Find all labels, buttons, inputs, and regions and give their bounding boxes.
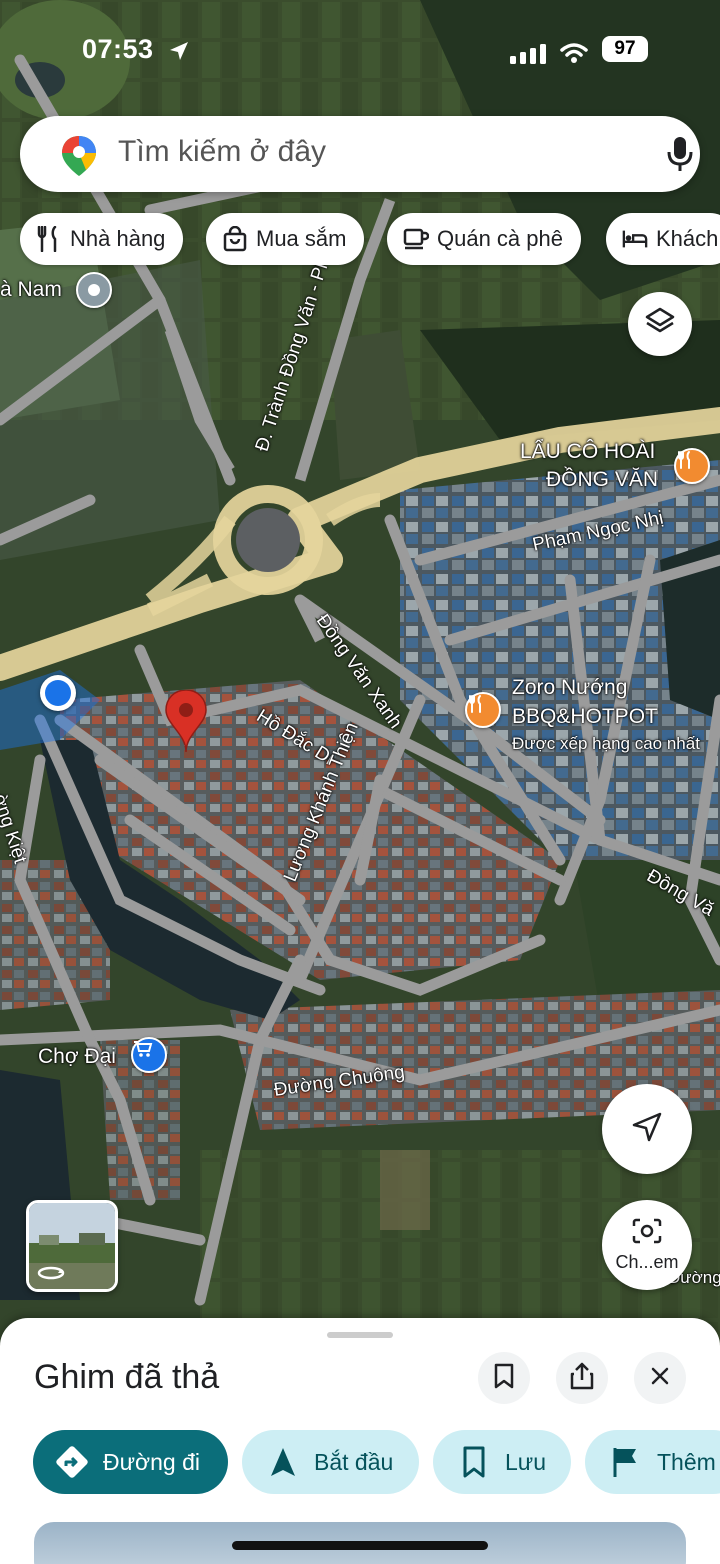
wifi-icon	[560, 42, 588, 69]
poi-label-zoro-line2[interactable]: BBQ&HOTPOT	[512, 705, 658, 729]
home-indicator[interactable]	[232, 1541, 488, 1550]
shopping-bag-icon	[222, 226, 248, 252]
bookmark-icon	[494, 1363, 514, 1394]
dropped-pin[interactable]	[164, 690, 208, 752]
flag-icon	[609, 1445, 643, 1479]
battery-indicator: 97	[602, 36, 648, 62]
more-label: Thêm	[657, 1448, 716, 1475]
sheet-drag-handle[interactable]	[327, 1332, 393, 1338]
save-label: Lưu	[505, 1448, 546, 1475]
layers-button[interactable]	[628, 292, 692, 356]
layers-icon	[644, 306, 676, 343]
chip-label: Khách	[656, 226, 719, 251]
save-icon-button[interactable]	[478, 1352, 530, 1404]
save-button[interactable]: Lưu	[433, 1430, 571, 1494]
start-label: Bắt đầu	[314, 1448, 394, 1475]
poi-label-lau-co-hoai[interactable]: LẨU CÔ HOÀI	[520, 440, 655, 464]
close-button[interactable]	[634, 1352, 686, 1404]
directions-label: Đường đi	[103, 1448, 200, 1475]
lens-button[interactable]: Ch...em	[602, 1200, 692, 1290]
status-time: 07:53	[82, 34, 154, 64]
search-bar[interactable]: Tìm kiếm ở đây	[20, 116, 700, 192]
place-marker-icon[interactable]	[76, 272, 112, 308]
more-button[interactable]: Thêm	[585, 1430, 720, 1494]
search-input[interactable]: Tìm kiếm ở đây	[118, 135, 326, 169]
google-maps-pin-icon	[62, 136, 96, 181]
map-label-ha-nam[interactable]: à Nam	[0, 278, 62, 302]
start-button[interactable]: Bắt đầu	[242, 1430, 419, 1494]
restaurant-poi-icon[interactable]	[674, 448, 710, 484]
close-icon	[650, 1366, 670, 1391]
directions-icon	[55, 1445, 89, 1479]
chip-shopping[interactable]: Mua sắm	[206, 213, 365, 265]
chip-label: Quán cà phê	[437, 226, 563, 251]
bookmark-icon	[457, 1445, 491, 1479]
navigation-arrow-icon	[631, 1111, 663, 1148]
chip-coffee[interactable]: Quán cà phê	[387, 213, 581, 265]
share-icon	[570, 1362, 594, 1395]
bed-icon	[622, 226, 648, 252]
poi-label-zoro[interactable]: Zoro Nướng	[512, 676, 627, 700]
current-location-dot[interactable]	[40, 675, 76, 711]
poi-label-lau-co-hoai-line2[interactable]: ĐỒNG VĂN	[546, 468, 658, 492]
chip-hotels[interactable]: Khách	[606, 213, 720, 265]
fork-knife-icon	[36, 226, 62, 252]
category-chips: Nhà hàng Mua sắm Quán cà phê Khách	[20, 213, 720, 265]
chip-label: Mua sắm	[256, 226, 347, 251]
location-arrow-icon	[168, 40, 190, 67]
poi-label-cho-dai[interactable]: Chợ Đại	[38, 1045, 116, 1069]
directions-button[interactable]: Đường đi	[33, 1430, 228, 1494]
cellular-signal-icon	[510, 44, 546, 69]
shopping-cart-poi-icon[interactable]	[131, 1037, 167, 1073]
microphone-icon[interactable]	[666, 136, 694, 177]
restaurant-poi-icon[interactable]	[465, 692, 501, 728]
chip-restaurants[interactable]: Nhà hàng	[20, 213, 184, 265]
coffee-cup-icon	[403, 226, 429, 252]
place-bottom-sheet[interactable]: Ghim đã thả Đường đi Bắt đầu Lưu Thêm	[0, 1318, 720, 1564]
share-button[interactable]	[556, 1352, 608, 1404]
chip-label: Nhà hàng	[70, 226, 166, 251]
street-view-rotate-icon	[37, 1265, 65, 1286]
poi-label-zoro-rating: Được xếp hạng cao nhất	[512, 734, 700, 753]
navigate-button[interactable]	[602, 1084, 692, 1174]
street-view-thumbnail[interactable]	[26, 1200, 118, 1292]
navigation-start-icon	[266, 1445, 300, 1479]
camera-lens-icon	[631, 1217, 663, 1250]
sheet-title: Ghim đã thả	[34, 1358, 220, 1396]
lens-button-label: Ch...em	[615, 1252, 679, 1272]
status-bar: 07:53 97	[0, 30, 720, 76]
